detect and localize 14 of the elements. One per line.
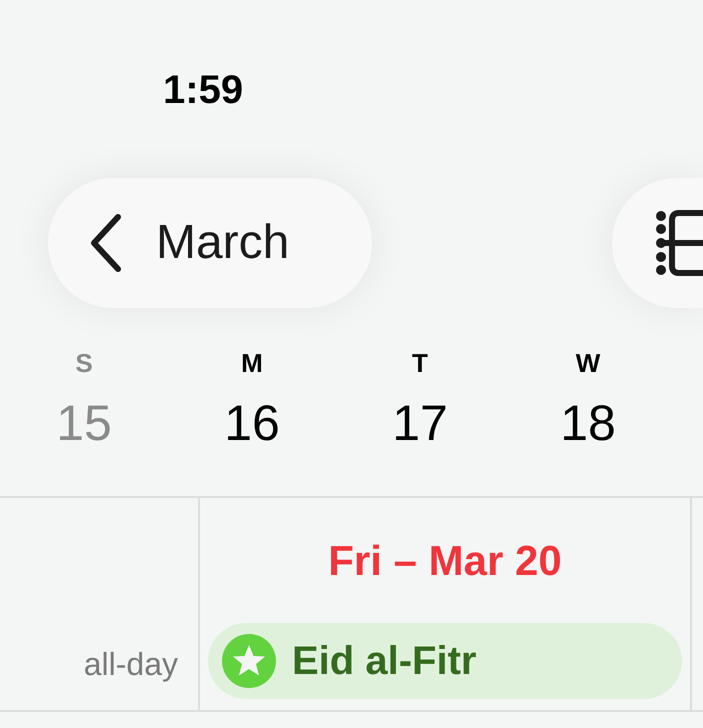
view-toggle-button[interactable] — [612, 178, 703, 308]
all-day-label: all-day — [84, 648, 178, 680]
day-number[interactable]: 16 — [224, 398, 280, 448]
weekday-letter: S — [75, 350, 93, 376]
back-button[interactable]: March — [48, 178, 372, 308]
status-time: 1:59 — [163, 70, 244, 110]
list-layout-icon — [655, 210, 703, 276]
date-heading: Fri – Mar 20 — [328, 540, 562, 582]
day-number[interactable]: 18 — [560, 398, 616, 448]
day-number[interactable]: 17 — [392, 398, 448, 448]
weekday-letter: T — [412, 350, 428, 376]
weekday-letter: M — [241, 350, 263, 376]
event-chip[interactable]: Eid al-Fitr — [208, 623, 682, 699]
weekday-letter: W — [576, 350, 600, 376]
